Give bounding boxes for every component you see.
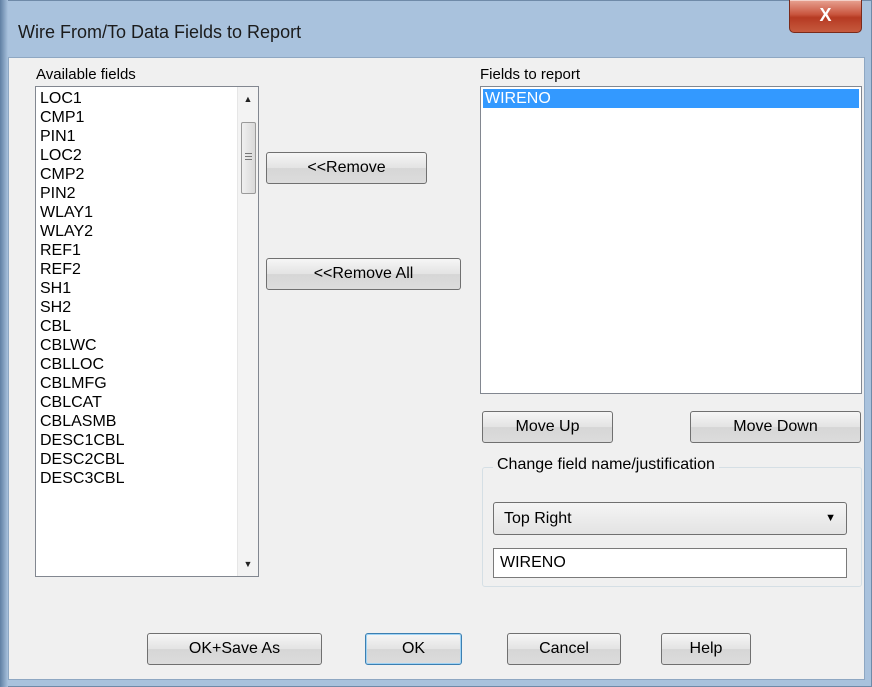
scroll-up-icon[interactable]: ▲ bbox=[238, 89, 258, 109]
list-item[interactable]: DESC3CBL bbox=[38, 469, 236, 488]
move-up-button[interactable]: Move Up bbox=[482, 411, 613, 443]
remove-all-button[interactable]: <<Remove All bbox=[266, 258, 461, 290]
list-item[interactable]: DESC2CBL bbox=[38, 450, 236, 469]
list-item[interactable]: PIN1 bbox=[38, 127, 236, 146]
list-item[interactable]: CBL bbox=[38, 317, 236, 336]
help-button[interactable]: Help bbox=[661, 633, 751, 665]
close-button[interactable]: X bbox=[789, 0, 862, 33]
list-item[interactable]: CBLASMB bbox=[38, 412, 236, 431]
list-item[interactable]: REF1 bbox=[38, 241, 236, 260]
available-fields-items: LOC1 CMP1 PIN1 LOC2 CMP2 PIN2 WLAY1 WLAY2 REF1 RE… bbox=[38, 89, 236, 488]
available-fields-scrollbar[interactable]: ▲ ▼ bbox=[237, 87, 258, 576]
fields-to-report-label: Fields to report bbox=[480, 66, 581, 83]
remove-button[interactable]: <<Remove bbox=[266, 152, 427, 184]
move-down-button[interactable]: Move Down bbox=[690, 411, 861, 443]
fields-to-report-list[interactable]: WIRENO bbox=[480, 86, 862, 394]
list-item[interactable]: PIN2 bbox=[38, 184, 236, 203]
close-icon: X bbox=[819, 5, 832, 25]
list-item[interactable]: CMP2 bbox=[38, 165, 236, 184]
list-item[interactable]: CBLMFG bbox=[38, 374, 236, 393]
ok-save-as-button[interactable]: OK+Save As bbox=[147, 633, 322, 665]
dialog-client-area: Available fields LOC1 CMP1 PIN1 LOC2 CMP2 PIN… bbox=[8, 57, 865, 680]
list-item[interactable]: CMP1 bbox=[38, 108, 236, 127]
frame-edge bbox=[0, 0, 8, 687]
list-item[interactable]: CBLLOC bbox=[38, 355, 236, 374]
available-fields-label: Available fields bbox=[36, 66, 136, 83]
available-fields-list[interactable]: LOC1 CMP1 PIN1 LOC2 CMP2 PIN2 WLAY1 WLAY2 REF1 RE… bbox=[35, 86, 259, 577]
list-item[interactable]: WLAY2 bbox=[38, 222, 236, 241]
scroll-thumb[interactable] bbox=[241, 122, 256, 194]
cancel-button[interactable]: Cancel bbox=[507, 633, 621, 665]
justification-dropdown[interactable]: Top Right ▼ bbox=[493, 502, 847, 535]
list-item[interactable]: REF2 bbox=[38, 260, 236, 279]
justification-value: Top Right bbox=[504, 510, 572, 527]
change-field-group-title: Change field name/justification bbox=[493, 456, 719, 474]
list-item[interactable]: SH1 bbox=[38, 279, 236, 298]
list-item[interactable]: SH2 bbox=[38, 298, 236, 317]
list-item[interactable]: DESC1CBL bbox=[38, 431, 236, 450]
list-item[interactable]: LOC2 bbox=[38, 146, 236, 165]
window-title: Wire From/To Data Fields to Report bbox=[18, 22, 302, 42]
ok-button[interactable]: OK bbox=[365, 633, 462, 665]
list-item[interactable]: CBLWC bbox=[38, 336, 236, 355]
list-item[interactable]: LOC1 bbox=[38, 89, 236, 108]
list-item[interactable]: CBLCAT bbox=[38, 393, 236, 412]
list-item[interactable]: WLAY1 bbox=[38, 203, 236, 222]
scroll-down-icon[interactable]: ▼ bbox=[238, 554, 258, 574]
fields-to-report-items: WIRENO bbox=[483, 89, 859, 108]
chevron-down-icon: ▼ bbox=[825, 512, 836, 524]
list-item[interactable]: WIRENO bbox=[483, 89, 859, 108]
field-name-input[interactable]: WIRENO bbox=[493, 548, 847, 578]
